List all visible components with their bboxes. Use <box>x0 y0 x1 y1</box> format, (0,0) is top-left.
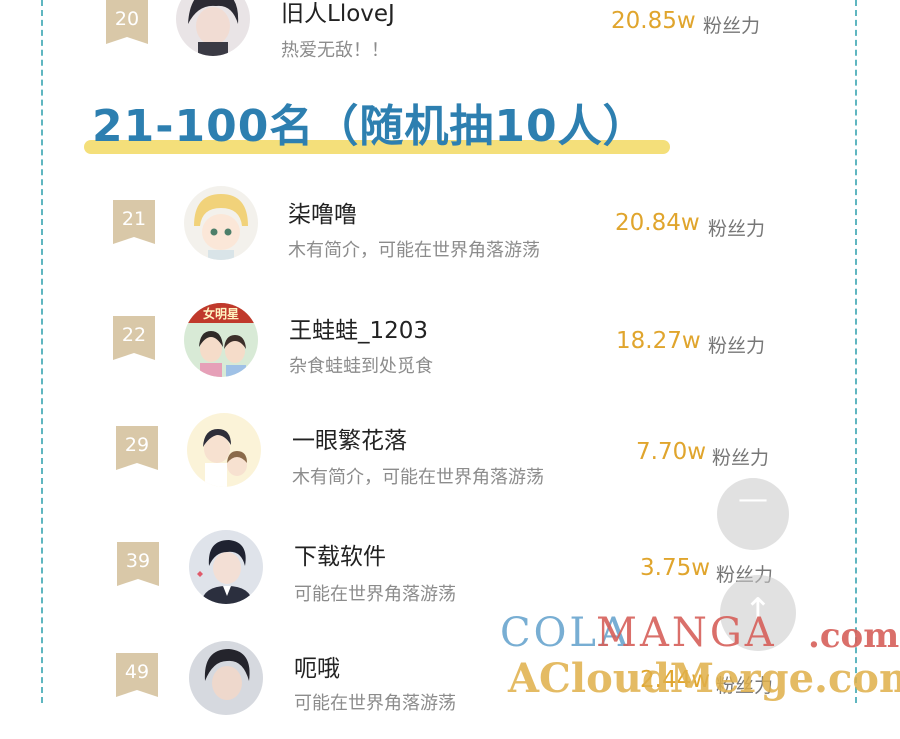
fans-label: 粉丝力 <box>708 335 766 357</box>
user-bio: 热爱无敌！！ <box>281 40 389 61</box>
fans-value: 20.85w <box>611 8 696 34</box>
rank-badge: 49 <box>116 653 158 697</box>
user-bio: 可能在世界角落游荡 <box>294 693 456 714</box>
user-name[interactable]: 王蛙蛙_1203 <box>289 311 428 345</box>
avatar-blonde-chibi-icon <box>184 186 258 260</box>
avatar-actress-icon: 女明星 <box>184 303 258 377</box>
fans-label: 粉丝力 <box>712 447 770 469</box>
fans-value: 20.84w <box>615 210 700 236</box>
rank-badge: 29 <box>116 426 158 470</box>
watermark-com: .com <box>808 616 900 656</box>
avatar-text: 女明星 <box>203 306 239 321</box>
fans-label: 粉丝力 <box>703 15 761 37</box>
fans-label: 粉丝力 <box>708 218 766 240</box>
minus-icon: — <box>738 482 768 517</box>
avatar-dark-hair-icon <box>176 0 250 56</box>
avatar[interactable] <box>187 413 261 487</box>
avatar[interactable]: 女明星 <box>184 303 258 377</box>
rank-badge: 20 <box>106 0 148 44</box>
section-title: 21-100名（随机抽10人） <box>92 101 648 152</box>
fans-value: 18.27w <box>616 328 701 354</box>
avatar[interactable] <box>189 530 263 604</box>
minus-button[interactable]: — <box>717 478 789 550</box>
avatar-dark-man-icon <box>189 641 263 715</box>
ranking-row-22[interactable]: 22 女明星 王蛙蛙_1203 杂食蛙蛙到处觅食 18.27w 粉丝力 <box>0 300 900 400</box>
user-name[interactable]: 柒噜噜 <box>288 195 357 229</box>
rank-badge: 39 <box>117 542 159 586</box>
avatar[interactable] <box>184 186 258 260</box>
ranking-row-21[interactable]: 21 柒噜噜 木有简介，可能在世界角落游荡 20.84w 粉丝力 <box>0 182 900 282</box>
user-bio: 木有简介，可能在世界角落游荡 <box>292 467 544 488</box>
watermark-manga: MANGA <box>596 610 777 656</box>
avatar[interactable] <box>189 641 263 715</box>
avatar-couple-icon <box>187 413 261 487</box>
user-bio: 杂食蛙蛙到处觅食 <box>289 356 433 377</box>
rank-badge: 21 <box>113 200 155 244</box>
ranking-row-20[interactable]: 20 旧人LloveJ 热爱无敌！！ 20.85w 粉丝力 <box>0 0 900 70</box>
user-bio: 可能在世界角落游荡 <box>294 584 456 605</box>
avatar[interactable] <box>176 0 250 56</box>
user-name[interactable]: 旧人LloveJ <box>281 0 395 28</box>
user-name[interactable]: 呃哦 <box>294 649 340 683</box>
user-name[interactable]: 一眼繁花落 <box>292 421 407 455</box>
fans-value: 3.75w <box>640 555 711 581</box>
avatar-suit-man-icon <box>189 530 263 604</box>
rank-badge: 22 <box>113 316 155 360</box>
user-name[interactable]: 下载软件 <box>294 537 386 571</box>
user-bio: 木有简介，可能在世界角落游荡 <box>288 240 540 261</box>
fans-value: 7.70w <box>636 439 707 465</box>
watermark-acloudmerge: ACloudMerge.com <box>508 655 900 702</box>
